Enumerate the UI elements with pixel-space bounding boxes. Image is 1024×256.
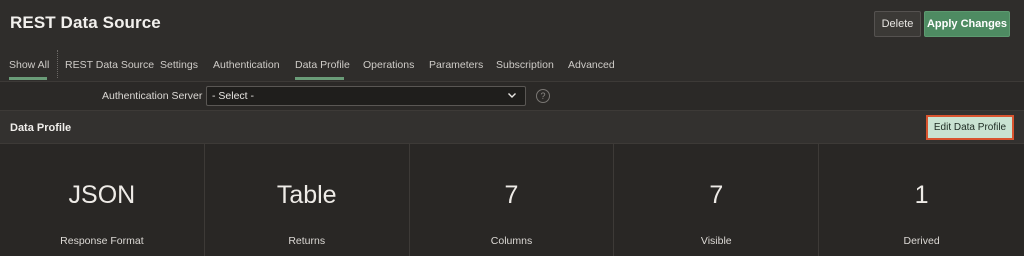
tab-advanced[interactable]: Advanced	[568, 59, 615, 71]
delete-button[interactable]: Delete	[874, 11, 921, 37]
metric-returns: Table Returns	[204, 144, 410, 256]
metric-label: Visible	[700, 235, 732, 247]
metric-value: 7	[504, 181, 519, 209]
tab-show-all[interactable]: Show All	[9, 59, 49, 71]
metric-value: 1	[914, 181, 929, 209]
tab-divider	[57, 50, 58, 78]
metric-value: Table	[276, 181, 337, 209]
tab-rest-data-source[interactable]: REST Data Source	[65, 59, 154, 71]
metric-label: Derived	[903, 235, 940, 247]
metric-label: Columns	[490, 235, 533, 247]
tab-settings[interactable]: Settings	[160, 59, 198, 71]
metric-label: Response Format	[60, 235, 144, 247]
tab-subscription[interactable]: Subscription	[496, 59, 554, 71]
help-icon[interactable]: ?	[536, 89, 550, 103]
chevron-down-icon	[508, 93, 516, 98]
metric-response-format: JSON Response Format	[0, 144, 205, 256]
tab-parameters[interactable]: Parameters	[429, 59, 483, 71]
metric-columns: 7 Columns	[409, 144, 615, 256]
metric-label: Returns	[288, 235, 326, 247]
metric-value: 7	[709, 181, 724, 209]
tab-authentication[interactable]: Authentication	[213, 59, 280, 71]
metric-derived: 1 Derived	[819, 144, 1024, 256]
authentication-server-select[interactable]: - Select -	[206, 86, 526, 106]
metrics-row: JSON Response Format Table Returns 7 Col…	[0, 144, 1024, 256]
page-header: REST Data Source Delete Apply Changes	[0, 0, 1024, 48]
page-title: REST Data Source	[10, 13, 161, 32]
tab-operations[interactable]: Operations	[363, 59, 414, 71]
apply-changes-button[interactable]: Apply Changes	[924, 11, 1010, 37]
metric-value: JSON	[68, 181, 136, 209]
data-profile-region-header: Data Profile Edit Data Profile	[0, 110, 1024, 144]
authentication-server-label: Authentication Server	[102, 90, 203, 102]
select-value: - Select -	[212, 90, 255, 102]
active-tab-indicator	[9, 77, 47, 80]
tab-bar: Show All REST Data Source Settings Authe…	[0, 48, 1024, 82]
authentication-server-row: Authentication Server - Select - ?	[0, 82, 1024, 110]
tab-data-profile[interactable]: Data Profile	[295, 59, 350, 71]
metric-visible: 7 Visible	[614, 144, 820, 256]
region-title: Data Profile	[10, 122, 72, 134]
active-tab-indicator	[295, 77, 344, 80]
edit-data-profile-button[interactable]: Edit Data Profile	[926, 115, 1014, 140]
